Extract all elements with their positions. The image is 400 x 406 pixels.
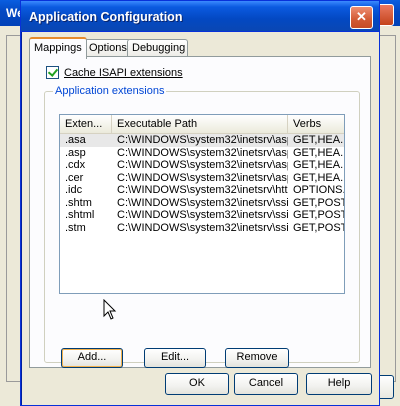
list-item[interactable]: .cdx C:\WINDOWS\system32\inetsrv\asp.dll… [60,159,344,172]
verbs-cell: GET,HEA... [293,146,344,159]
list-item[interactable]: .cer C:\WINDOWS\system32\inetsrv\asp.dll… [60,172,344,185]
path-cell: C:\WINDOWS\system32\inetsrv\asp.dll [117,159,288,171]
close-icon: ✕ [356,9,367,24]
path-cell: C:\WINDOWS\system32\inetsrv\asp.dll [117,146,288,159]
tab-options[interactable]: Options [84,39,131,57]
mouse-cursor-icon [103,299,117,320]
dialog-title-bar[interactable]: Application Configuration ✕ [21,1,379,32]
remove-button[interactable]: Remove [225,348,289,368]
checkbox-checked-icon[interactable] [46,66,59,79]
ext-cell: .stm [65,221,86,234]
path-cell: C:\WINDOWS\system32\inetsrv\ssin... [117,221,288,234]
list-rows: .asa C:\WINDOWS\system32\inetsrv\asp.dll… [60,134,344,234]
cache-isapi-label: Cache ISAPI extensions [64,66,183,79]
help-button[interactable]: Help [306,373,372,395]
verbs-cell: GET,HEA... [293,159,344,171]
path-cell: C:\WINDOWS\system32\inetsrv\asp.dll [117,134,288,146]
ext-cell: .cdx [65,159,86,171]
edit-button[interactable]: Edit... [144,348,206,368]
path-cell: C:\WINDOWS\system32\inetsrv\ssin... [117,209,288,221]
verbs-cell: GET,POST [293,221,344,234]
path-cell: C:\WINDOWS\system32\inetsrv\http... [117,184,288,196]
ext-cell: .shtm [65,196,92,209]
mappings-tab-page: Cache ISAPI extensions Application exten… [29,56,371,368]
application-extensions-label: Application extensions [53,85,167,97]
path-cell: C:\WINDOWS\system32\inetsrv\asp.dll [117,171,288,184]
list-item[interactable]: .stm C:\WINDOWS\system32\inetsrv\ssin...… [60,222,344,235]
list-item[interactable]: .asp C:\WINDOWS\system32\inetsrv\asp.dll… [60,147,344,160]
application-extensions-group: Application extensions Exten... Executab… [44,85,360,368]
cancel-button[interactable]: Cancel [234,373,298,395]
verbs-cell: GET,HEA... [293,171,344,184]
verbs-cell: GET,POST [293,209,344,221]
add-button[interactable]: Add... [61,348,123,368]
dialog-title: Application Configuration [29,10,183,24]
list-item[interactable]: .shtm C:\WINDOWS\system32\inetsrv\ssin..… [60,197,344,210]
column-header-executable-path[interactable]: Executable Path [112,115,288,133]
column-header-extension[interactable]: Exten... [60,115,112,133]
list-item[interactable]: .idc C:\WINDOWS\system32\inetsrv\http...… [60,184,344,197]
ext-cell: .shtml [65,209,95,221]
tab-mappings[interactable]: Mappings [29,37,87,59]
ext-cell: .asp [65,146,86,159]
ext-cell: .cer [65,171,84,184]
column-header-verbs[interactable]: Verbs [288,115,344,133]
path-cell: C:\WINDOWS\system32\inetsrv\ssin... [117,196,288,209]
close-button[interactable]: ✕ [350,6,373,29]
ok-button[interactable]: OK [165,373,229,395]
application-configuration-dialog: Application Configuration ✕ Mappings Opt… [20,0,380,406]
verbs-cell: GET,HEA... [293,134,344,146]
verbs-cell: GET,POST [293,196,344,209]
extensions-list[interactable]: Exten... Executable Path Verbs .asa C:\W… [59,114,345,294]
ext-cell: .asa [65,134,86,146]
tab-debugging[interactable]: Debugging [127,39,188,57]
list-item[interactable]: .shtml C:\WINDOWS\system32\inetsrv\ssin.… [60,209,344,222]
ext-cell: .idc [65,184,83,196]
list-item[interactable]: .asa C:\WINDOWS\system32\inetsrv\asp.dll… [60,134,344,147]
verbs-cell: OPTIONS... [293,184,344,196]
list-header: Exten... Executable Path Verbs [60,115,344,134]
cache-isapi-checkbox[interactable]: Cache ISAPI extensions [46,66,183,79]
